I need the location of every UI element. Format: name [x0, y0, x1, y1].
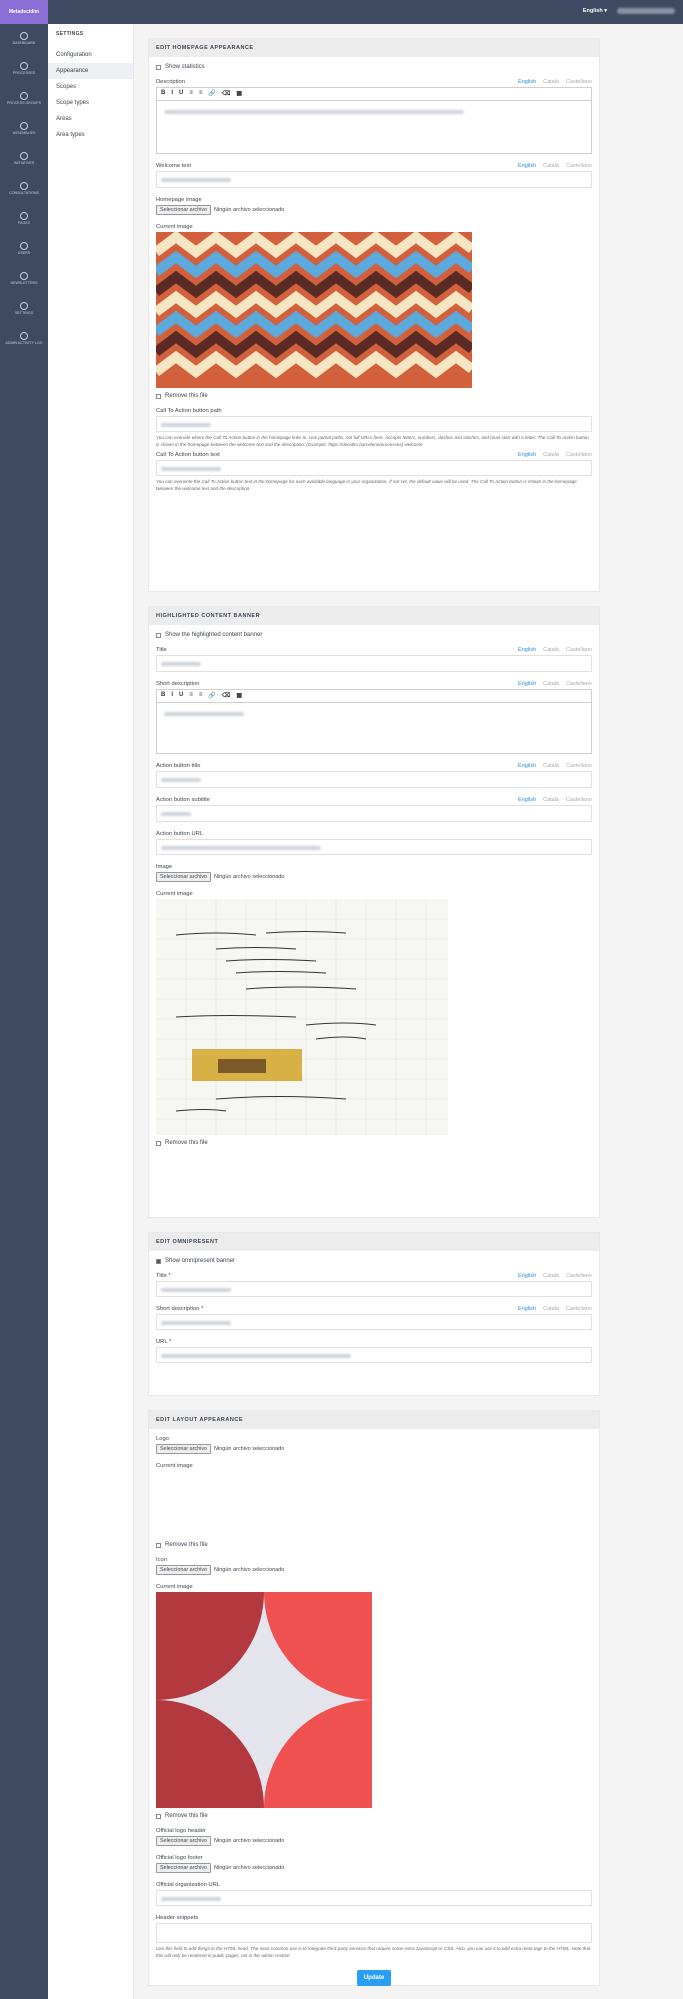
settings-nav: Settings Configuration Appearance Scopes Sc…	[48, 24, 134, 1999]
top-bar: Metadecidim English ▾	[0, 0, 683, 24]
nav-icon	[20, 122, 28, 131]
homepage-image-label: Homepage image	[156, 197, 202, 203]
nav-icon	[20, 302, 28, 311]
file-button[interactable]: Seleccionar archivo	[156, 205, 212, 215]
settings-nav-item[interactable]: Area types	[48, 127, 133, 143]
settings-nav-item[interactable]: Configuration	[48, 47, 133, 63]
highlighted-image	[156, 899, 448, 1135]
file-button[interactable]: Seleccionar archivo	[156, 1444, 212, 1454]
welcome-input[interactable]	[156, 171, 592, 188]
header-snippets-textarea[interactable]	[156, 1923, 592, 1943]
file-button[interactable]: Seleccionar archivo	[156, 1863, 212, 1873]
omnipresent-title-input[interactable]	[156, 1281, 592, 1297]
decidim-icon-image	[156, 1592, 372, 1808]
remove-file-checkbox[interactable]: Remove this file	[156, 1140, 592, 1146]
cta-path-input[interactable]	[156, 416, 592, 432]
omnipresent-card: Edit omnipresent Show omnipresent banner…	[148, 1232, 600, 1396]
highlighted-title-input[interactable]	[156, 655, 592, 672]
homepage-image	[153, 230, 475, 388]
main-sidebar: Dashboard Processes Process groups Assembli…	[0, 24, 48, 1999]
remove-file-checkbox[interactable]: Remove this file	[156, 1813, 592, 1819]
show-highlighted-checkbox[interactable]: Show the highlighted content banner	[156, 632, 592, 638]
action-title-input[interactable]	[156, 771, 592, 788]
official-url-input[interactable]	[156, 1890, 592, 1906]
sidebar-item[interactable]: Assemblies	[0, 114, 48, 144]
nav-icon	[20, 212, 28, 221]
file-button[interactable]: Seleccionar archivo	[156, 872, 212, 882]
nav-icon	[20, 62, 28, 71]
settings-nav-item[interactable]: Areas	[48, 111, 133, 127]
sidebar-item[interactable]: Users	[0, 234, 48, 264]
highlighted-description-editor[interactable]: B I U ≡ ≡ 🔗 ⌫ ▦	[156, 689, 592, 754]
nav-icon	[20, 32, 28, 41]
sidebar-item[interactable]: Initiatives	[0, 144, 48, 174]
action-subtitle-input[interactable]	[156, 805, 592, 822]
sidebar-item[interactable]: Processes	[0, 54, 48, 84]
nav-icon	[20, 332, 28, 341]
nav-icon	[20, 272, 28, 281]
language-tabs[interactable]: English Català Castellano	[511, 79, 592, 85]
layout-appearance-card: Edit layout appearance Logo Seleccionar …	[148, 1410, 600, 1986]
homepage-appearance-card: Edit homepage appearance Show statistics…	[148, 38, 600, 592]
cta-path-help: You can override where the Call To Actio…	[156, 435, 589, 447]
sidebar-item[interactable]: Process groups	[0, 84, 48, 114]
sidebar-item[interactable]: Dashboard	[0, 24, 48, 54]
remove-file-checkbox[interactable]: Remove this file	[156, 393, 592, 399]
section-title: Edit homepage appearance	[149, 39, 599, 57]
file-button[interactable]: Seleccionar archivo	[156, 1565, 212, 1575]
settings-title: Settings	[56, 31, 84, 37]
main-content: Edit homepage appearance Show statistics…	[148, 38, 600, 1999]
sidebar-item[interactable]: Admin activity log	[0, 324, 48, 354]
nav-icon	[20, 152, 28, 161]
omnipresent-description-input[interactable]	[156, 1314, 592, 1330]
settings-nav-item[interactable]: Scopes	[48, 79, 133, 95]
user-menu[interactable]	[617, 8, 675, 14]
nav-icon	[20, 242, 28, 251]
section-title: Edit layout appearance	[149, 1411, 599, 1429]
file-button[interactable]: Seleccionar archivo	[156, 1836, 212, 1846]
cta-text-help: You can overwrite the Call To Action but…	[156, 479, 577, 491]
section-title: Edit omnipresent	[149, 1233, 599, 1251]
sidebar-item[interactable]: Consultations	[0, 174, 48, 204]
brand-logo[interactable]: Metadecidim	[0, 0, 48, 24]
remove-file-checkbox[interactable]: Remove this file	[156, 1542, 592, 1548]
editor-toolbar[interactable]: B I U ≡ ≡ 🔗 ⌫ ▦	[157, 690, 591, 703]
sidebar-item[interactable]: Pages	[0, 204, 48, 234]
sidebar-item[interactable]: Settings	[0, 294, 48, 324]
cta-text-input[interactable]	[156, 460, 592, 477]
editor-toolbar[interactable]: B I U ≡ ≡ 🔗 ⌫ ▦	[157, 88, 591, 101]
update-button[interactable]: Update	[357, 1970, 391, 1986]
section-title: Highlighted content banner	[149, 607, 599, 625]
show-statistics-checkbox[interactable]: Show statistics	[156, 64, 592, 70]
sidebar-item[interactable]: Newsletters	[0, 264, 48, 294]
action-url-input[interactable]	[156, 839, 592, 855]
language-chooser[interactable]: English ▾	[583, 8, 607, 14]
header-snippets-help: Use this field to add things to the HTML…	[156, 1946, 591, 1958]
cta-path-label: Call To Action button path	[156, 408, 222, 414]
description-editor[interactable]: B I U ≡ ≡ 🔗 ⌫ ▦	[156, 87, 592, 154]
nav-icon	[20, 92, 28, 101]
settings-nav-item[interactable]: Scope types	[48, 95, 133, 111]
settings-nav-item[interactable]: Appearance	[48, 63, 133, 79]
highlighted-banner-card: Highlighted content banner Show the high…	[148, 606, 600, 1218]
show-omnipresent-checkbox[interactable]: Show omnipresent banner	[156, 1258, 592, 1264]
nav-icon	[20, 182, 28, 191]
omnipresent-url-input[interactable]	[156, 1347, 592, 1363]
